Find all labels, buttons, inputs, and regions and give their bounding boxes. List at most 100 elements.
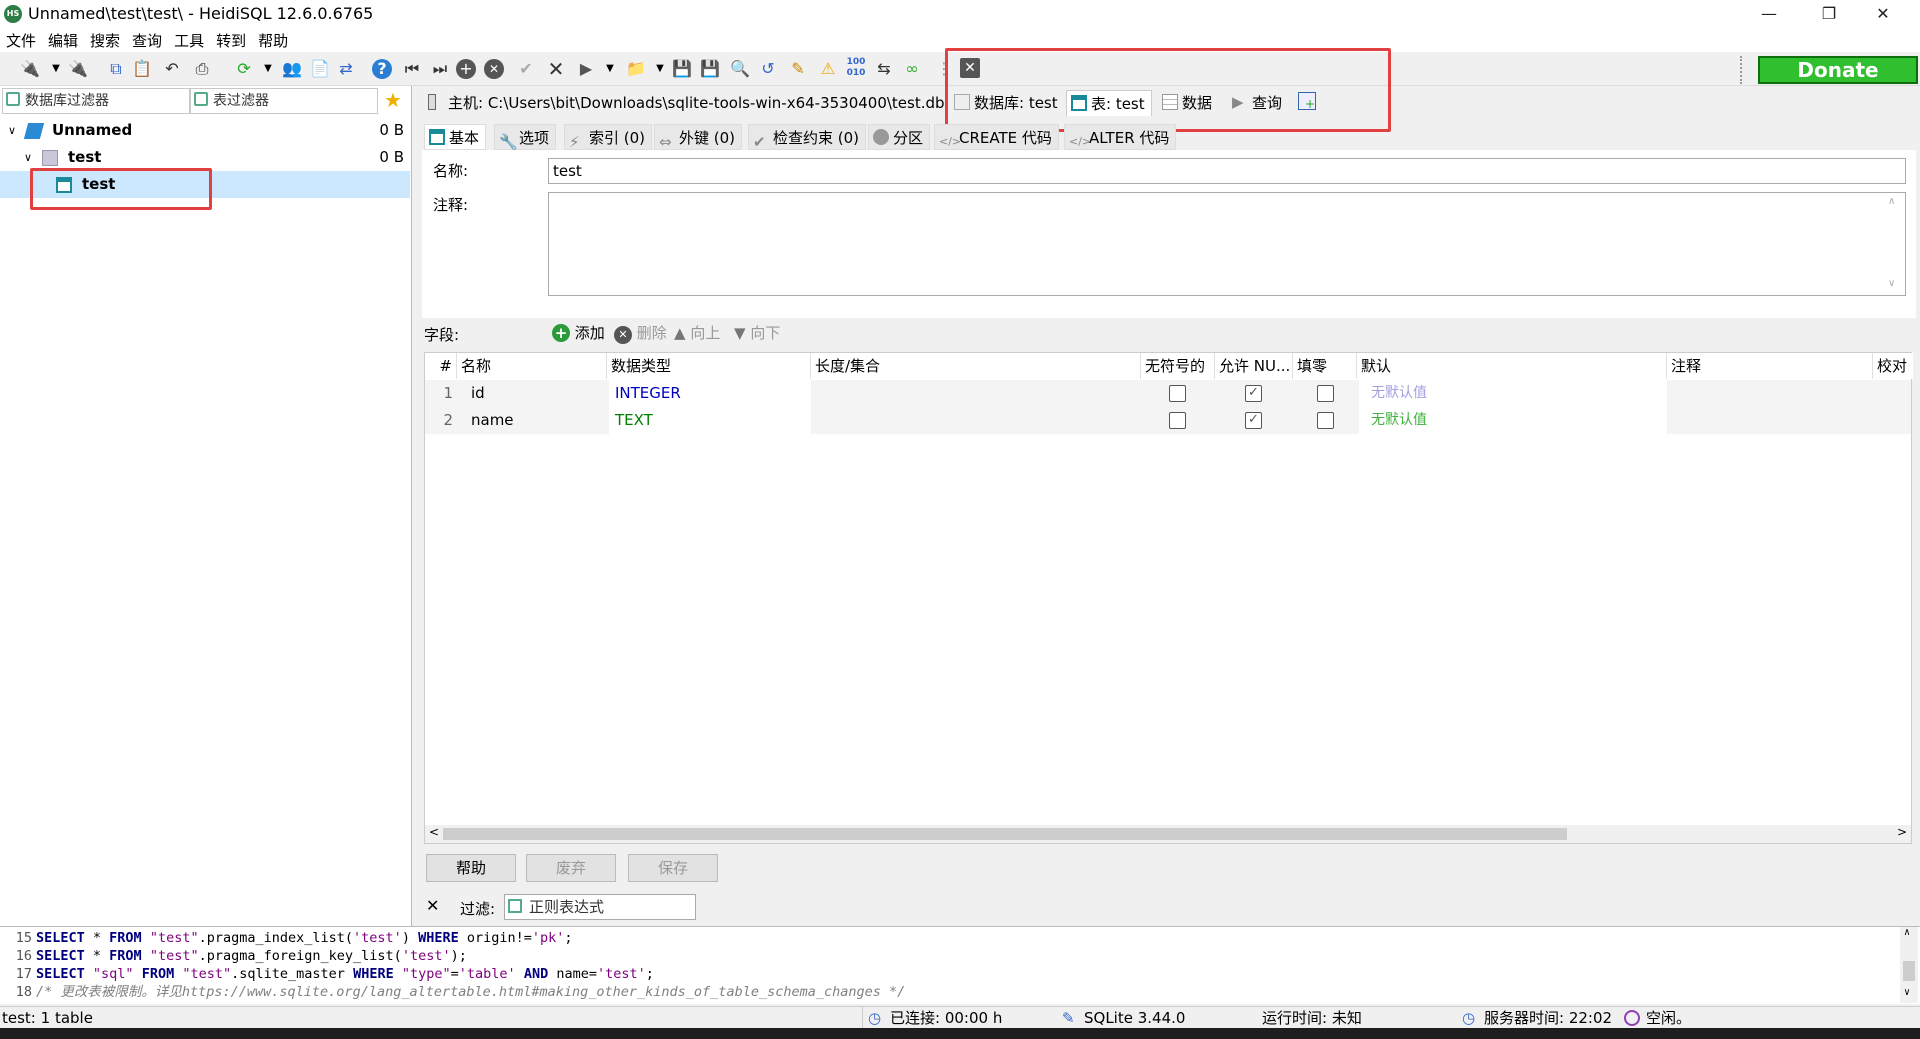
unsigned-checkbox[interactable] (1169, 412, 1186, 429)
save-sql-icon[interactable]: 💾 (670, 57, 694, 81)
last-record-icon[interactable]: ⏭ (428, 57, 452, 81)
field-default-cell[interactable]: 无默认值 (1359, 407, 1667, 434)
col-header-allow-null[interactable]: 允许 NU... (1215, 353, 1293, 379)
subtab-alter-code[interactable]: </> ALTER 代码 (1064, 124, 1177, 150)
field-type-cell[interactable]: TEXT (609, 407, 811, 434)
menu-edit[interactable]: 编辑 (42, 30, 84, 52)
field-type-cell[interactable]: INTEGER (609, 380, 811, 407)
zerofill-checkbox[interactable] (1317, 385, 1334, 402)
expand-chevron-icon[interactable]: ∨ (8, 117, 16, 144)
first-record-icon[interactable]: ⏮ (400, 57, 424, 81)
close-filter-icon[interactable]: ✕ (426, 896, 439, 915)
col-header-name[interactable]: 名称 (457, 353, 607, 379)
subtab-check-constraints[interactable]: ✔ 检查约束 (0) (748, 124, 867, 151)
col-header-num[interactable]: # (425, 353, 457, 379)
subtab-basic[interactable]: 基本 (424, 124, 487, 150)
connect-icon[interactable]: 🔌 (18, 57, 42, 81)
binary-icon[interactable]: 100 010 (844, 57, 868, 81)
move-down-button[interactable]: ▼ 向下 (734, 322, 780, 343)
format-sql-icon[interactable]: ✎ (786, 57, 810, 81)
paste-icon[interactable]: 📋 (130, 57, 154, 81)
col-header-length[interactable]: 长度/集合 (811, 353, 1141, 379)
field-default-cell[interactable]: 无默认值 (1359, 380, 1667, 407)
maximize-button[interactable]: ❐ (1806, 0, 1852, 30)
table-row[interactable]: 1 id INTEGER ✓ 无默认值 (425, 380, 1911, 407)
tab-host[interactable]: 主机: C:\Users\bit\Downloads\sqlite-tools-… (424, 90, 951, 116)
table-comment-textarea[interactable] (548, 192, 1906, 296)
subtab-foreign-keys[interactable]: ⇔ 外键 (0) (654, 124, 743, 151)
open-dropdown-icon[interactable]: ▼ (648, 57, 672, 81)
scroll-up-icon[interactable]: ∧ (1888, 196, 1895, 207)
refresh-dropdown-icon[interactable]: ▼ (256, 57, 280, 81)
table-name-input[interactable]: test (548, 158, 1906, 184)
subtab-partitions[interactable]: 分区 (868, 124, 931, 150)
cancel-record-icon[interactable]: ✕ (544, 57, 568, 81)
scrollbar-thumb[interactable] (1903, 961, 1915, 981)
col-header-comment[interactable]: 注释 (1667, 353, 1873, 379)
save-button[interactable]: 保存 (628, 854, 718, 882)
menu-query[interactable]: 查询 (126, 30, 168, 52)
field-name-cell[interactable]: id (471, 380, 485, 407)
menu-file[interactable]: 文件 (0, 30, 42, 52)
subtab-indexes[interactable]: ⚡ 索引 (0) (564, 124, 653, 151)
save-as-icon[interactable]: 💾 (698, 57, 722, 81)
add-field-button[interactable]: + 添加 (552, 322, 605, 343)
favorite-star-icon[interactable]: ★ (384, 88, 402, 112)
run-dropdown-icon[interactable]: ▼ (598, 57, 622, 81)
menu-help[interactable]: 帮助 (252, 30, 294, 52)
table-filter-input[interactable]: 表过滤器 (190, 88, 378, 114)
minimize-button[interactable]: — (1746, 0, 1792, 30)
col-header-unsigned[interactable]: 无符号的 (1141, 353, 1215, 379)
replace-icon[interactable]: ↺ (756, 57, 780, 81)
tree-item-database[interactable]: ∨ test 0 B (0, 144, 410, 171)
help-button[interactable]: 帮助 (426, 854, 516, 882)
table-row[interactable]: 2 name TEXT ✓ 无默认值 (425, 407, 1911, 434)
print-icon[interactable]: ⎙ (190, 57, 214, 81)
col-header-collation[interactable]: 校对 (1873, 353, 1913, 379)
field-name-cell[interactable]: name (471, 407, 514, 434)
sync-icon[interactable]: ⇄ (334, 57, 358, 81)
post-record-icon[interactable]: ✔ (514, 57, 538, 81)
wrap-icon[interactable]: ⇆ (872, 57, 896, 81)
col-header-zerofill[interactable]: 填零 (1293, 353, 1357, 379)
refresh-icon[interactable]: ⟳ (232, 57, 256, 81)
insert-record-icon[interactable]: + (456, 59, 476, 79)
subtab-create-code[interactable]: </> CREATE 代码 (934, 124, 1059, 150)
unsigned-checkbox[interactable] (1169, 385, 1186, 402)
discard-button[interactable]: 废弃 (526, 854, 616, 882)
scroll-left-icon[interactable]: < (429, 825, 439, 839)
sql-log[interactable]: 15 SELECT * FROM "test".pragma_index_list… (0, 926, 1920, 1004)
subtab-options[interactable]: 🔧 选项 (494, 124, 557, 151)
menu-tools[interactable]: 工具 (168, 30, 210, 52)
menu-goto[interactable]: 转到 (210, 30, 252, 52)
remove-field-button[interactable]: ✕ 删除 (614, 322, 667, 344)
col-header-default[interactable]: 默认 (1357, 353, 1667, 379)
col-header-datatype[interactable]: 数据类型 (607, 353, 811, 379)
find-icon[interactable]: 🔍 (728, 57, 752, 81)
vertical-scrollbar[interactable]: ∧ ∨ (1900, 927, 1918, 1003)
scroll-right-icon[interactable]: > (1897, 825, 1907, 839)
link-icon[interactable]: ∞ (900, 57, 924, 81)
donate-button[interactable]: Donate (1758, 56, 1918, 84)
open-folder-icon[interactable]: 📁 (624, 57, 648, 81)
zerofill-checkbox[interactable] (1317, 412, 1334, 429)
copy-icon[interactable]: ⧉ (104, 57, 128, 81)
disconnect-icon[interactable]: 🔌 (66, 57, 90, 81)
user-manager-icon[interactable]: 👥 (280, 57, 304, 81)
tree-item-connection[interactable]: ∨ Unnamed 0 B (0, 117, 410, 144)
export-icon[interactable]: 📄 (308, 57, 332, 81)
run-icon[interactable]: ▶ (574, 57, 598, 81)
move-up-button[interactable]: ▲ 向上 (674, 322, 720, 343)
connect-dropdown-icon[interactable]: ▼ (44, 57, 68, 81)
filter-input[interactable]: 正则表达式 (504, 894, 696, 920)
delete-record-icon[interactable]: ✕ (484, 59, 504, 79)
undo-icon[interactable]: ↶ (160, 57, 184, 81)
scroll-down-icon[interactable]: ∨ (1904, 987, 1910, 998)
allow-null-checkbox[interactable]: ✓ (1245, 412, 1262, 429)
scroll-up-icon[interactable]: ∧ (1904, 927, 1910, 938)
allow-null-checkbox[interactable]: ✓ (1245, 385, 1262, 402)
close-window-button[interactable]: ✕ (1860, 0, 1906, 30)
horizontal-scrollbar[interactable]: < > (425, 825, 1911, 843)
scrollbar-thumb[interactable] (443, 828, 1567, 840)
menu-search[interactable]: 搜索 (84, 30, 126, 52)
